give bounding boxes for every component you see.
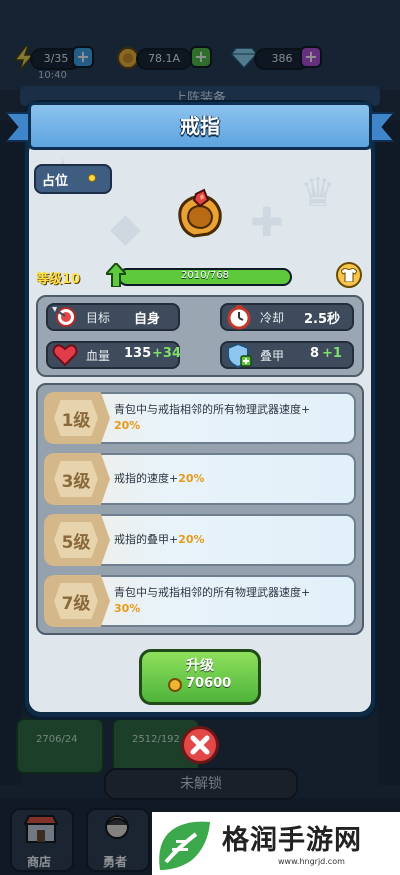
slot-indicator-dot (88, 174, 96, 182)
upgrade-label: 升级 (186, 658, 214, 674)
cooldown-label: 冷却 (260, 311, 285, 325)
tier-level: 7级 (61, 594, 91, 614)
watermark-title: 格润手游网 (222, 825, 362, 856)
tier-value: 30% (114, 602, 141, 615)
shirt-icon (341, 268, 357, 282)
pattern-decoration: ✚ (250, 200, 284, 246)
upgrade-cost: 70600 (186, 676, 232, 691)
xp-text: 2010/768 (181, 270, 229, 281)
target-icon (52, 304, 78, 330)
level-label: 等级10 (36, 272, 81, 287)
modal-title: 戒指 (180, 114, 220, 138)
tier-value: 20% (114, 419, 141, 432)
target-label: 目标 (86, 311, 111, 325)
hp-bonus: +34 (152, 346, 181, 361)
close-icon (190, 735, 210, 755)
tier-description: 青包中与戒指相邻的所有物理武器速度+ 30% (114, 586, 311, 615)
tier-value: 20% (178, 533, 205, 546)
pattern-decoration: ◆ (110, 205, 141, 251)
close-button[interactable] (181, 726, 219, 764)
ring-icon (172, 188, 228, 244)
armor-bonus: +1 (322, 346, 342, 361)
tier-level: 1级 (61, 411, 91, 431)
skin-button[interactable] (336, 262, 362, 288)
armor-label: 叠甲 (260, 349, 285, 363)
tier-level: 3级 (61, 472, 91, 492)
hp-label: 血量 (86, 349, 111, 363)
heart-icon (52, 342, 78, 368)
tier-description: 戒指的叠甲+20% (114, 533, 205, 546)
shield-plus-icon (226, 342, 252, 369)
hp-value: 135 (124, 346, 152, 361)
pattern-decoration: ♛ (300, 170, 336, 216)
watermark-logo (152, 812, 218, 875)
slot-label: 占位 (42, 174, 69, 189)
tier-value: 20% (178, 472, 205, 485)
target-value: 自身 (134, 312, 161, 327)
tier-level: 5级 (61, 533, 91, 553)
timer-icon (226, 304, 252, 330)
tier-description: 戒指的速度+20% (114, 472, 205, 485)
watermark-url: www.hngrjd.com (278, 857, 345, 866)
armor-value: 8 (310, 346, 320, 361)
tier-description: 青包中与戒指相邻的所有物理武器速度+ 20% (114, 403, 311, 432)
coin-icon (168, 678, 182, 692)
cooldown-value: 2.5秒 (304, 312, 341, 327)
